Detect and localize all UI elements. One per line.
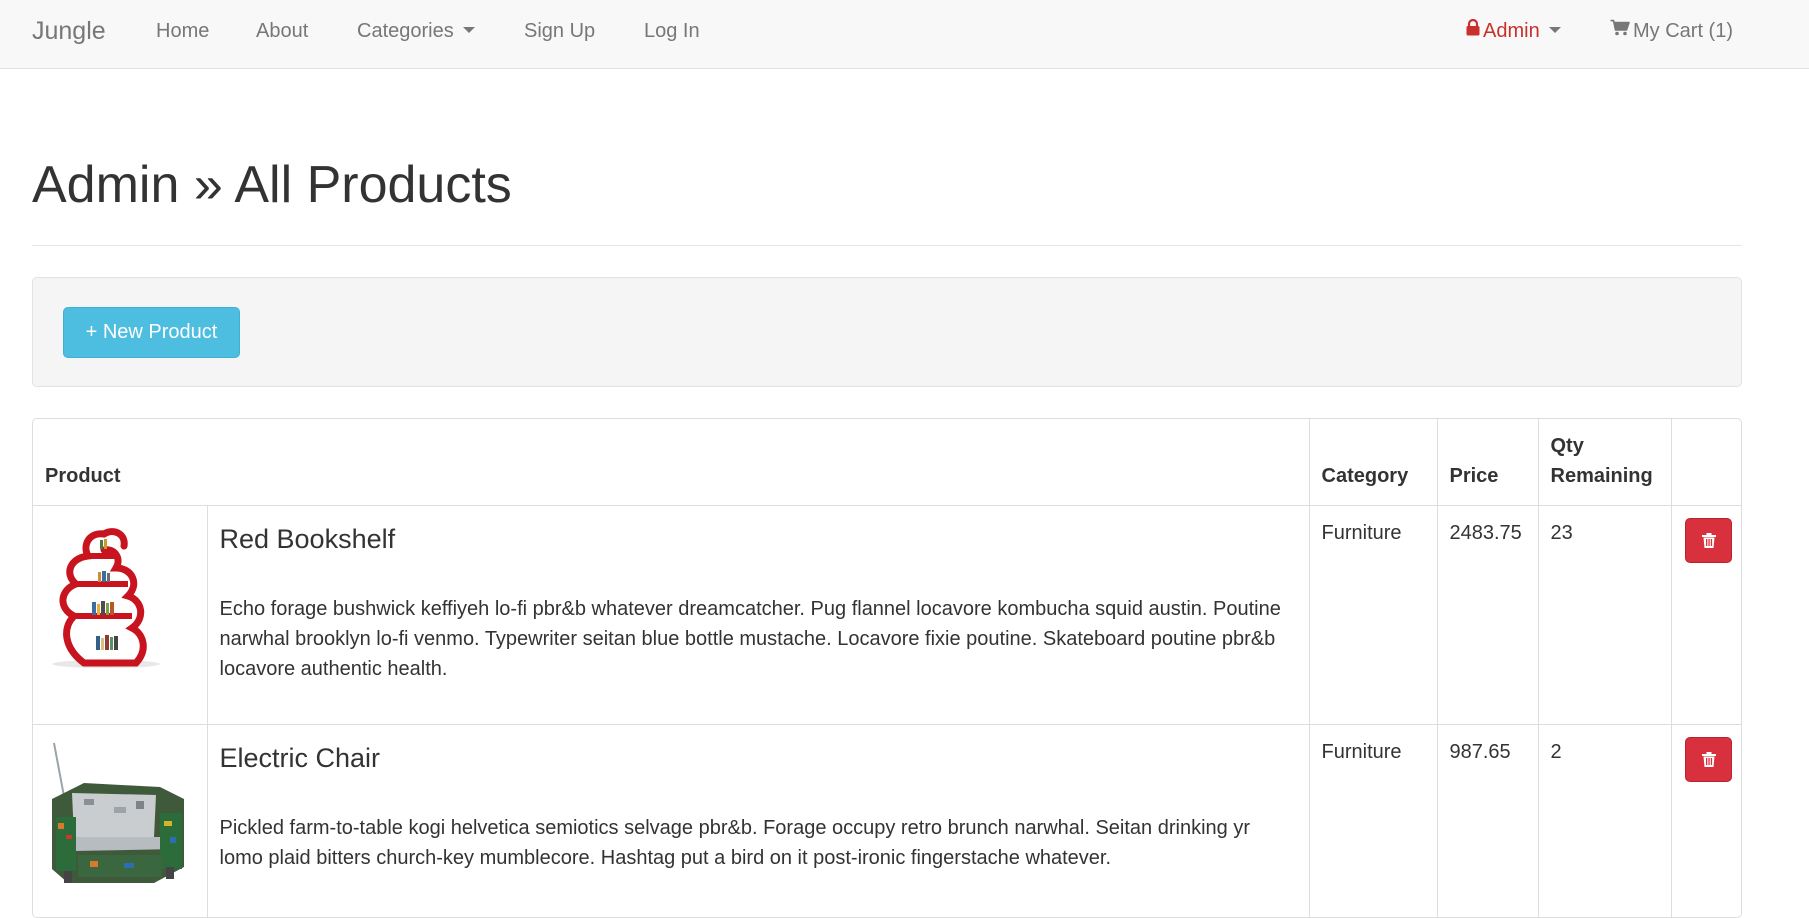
product-name[interactable]: Red Bookshelf — [220, 522, 1297, 556]
product-category: Furniture — [1308, 504, 1438, 725]
header-divider — [32, 245, 1742, 246]
product-name[interactable]: Electric Chair — [220, 741, 1297, 775]
nav-admin-label: Admin — [1483, 20, 1540, 42]
product-image-electric-chair — [44, 736, 194, 887]
product-description: Echo forage bushwick keffiyeh lo-fi pbr&… — [219, 597, 1281, 680]
top-navbar: Jungle Home About Categories Sign Up Log… — [0, 0, 1809, 69]
product-description: Pickled farm-to-table kogi helvetica sem… — [219, 816, 1251, 869]
table-row: Electric Chair Pickled farm-to-table kog… — [33, 723, 1741, 917]
nav-sign-up[interactable]: Sign Up — [524, 19, 595, 43]
shopping-cart-icon — [1610, 18, 1630, 42]
delete-product-button[interactable] — [1684, 736, 1732, 782]
delete-product-button[interactable] — [1684, 517, 1732, 563]
product-price: 987.65 — [1436, 723, 1539, 917]
product-actions-cell — [1670, 723, 1741, 917]
product-qty-remaining: 2 — [1537, 723, 1672, 917]
nav-about[interactable]: About — [256, 19, 308, 43]
nav-my-cart[interactable]: My Cart (1) — [1610, 19, 1733, 44]
nav-log-in[interactable]: Log In — [644, 19, 700, 43]
nav-categories-dropdown[interactable]: Categories — [357, 19, 475, 43]
nav-home[interactable]: Home — [156, 19, 209, 43]
column-header-actions — [1670, 419, 1741, 506]
column-header-product: Product — [33, 419, 1310, 506]
product-info-cell: Red Bookshelf Echo forage bushwick keffi… — [206, 504, 1310, 725]
new-product-button[interactable]: + New Product — [63, 307, 240, 358]
product-image-cell — [33, 504, 208, 725]
chevron-down-icon — [1548, 26, 1561, 33]
trash-icon — [1701, 751, 1716, 767]
product-image-red-bookshelf — [44, 517, 168, 668]
products-table-panel: Product Category Price Qty Remaining Red… — [32, 418, 1742, 918]
nav-categories-label: Categories — [357, 20, 454, 42]
page-title: Admin » All Products — [32, 156, 512, 214]
product-qty-remaining: 23 — [1537, 504, 1672, 725]
product-actions-cell — [1670, 504, 1741, 725]
chevron-down-icon — [462, 26, 475, 33]
product-image-cell — [33, 723, 208, 917]
actions-well: + New Product — [32, 277, 1742, 387]
brand-logo[interactable]: Jungle — [32, 15, 106, 47]
column-header-category: Category — [1308, 419, 1438, 506]
column-header-qty-remaining: Qty Remaining — [1537, 419, 1672, 506]
product-category: Furniture — [1308, 723, 1438, 917]
product-price: 2483.75 — [1436, 504, 1539, 725]
trash-icon — [1701, 532, 1716, 548]
nav-cart-label: My Cart (1) — [1633, 20, 1733, 42]
lock-icon — [1466, 18, 1480, 42]
table-row: Red Bookshelf Echo forage bushwick keffi… — [33, 504, 1741, 725]
product-info-cell: Electric Chair Pickled farm-to-table kog… — [206, 723, 1310, 917]
nav-admin-dropdown[interactable]: Admin — [1466, 18, 1561, 44]
column-header-price: Price — [1436, 419, 1539, 506]
products-table: Product Category Price Qty Remaining Red… — [33, 419, 1741, 917]
table-header-row: Product Category Price Qty Remaining — [33, 419, 1741, 506]
